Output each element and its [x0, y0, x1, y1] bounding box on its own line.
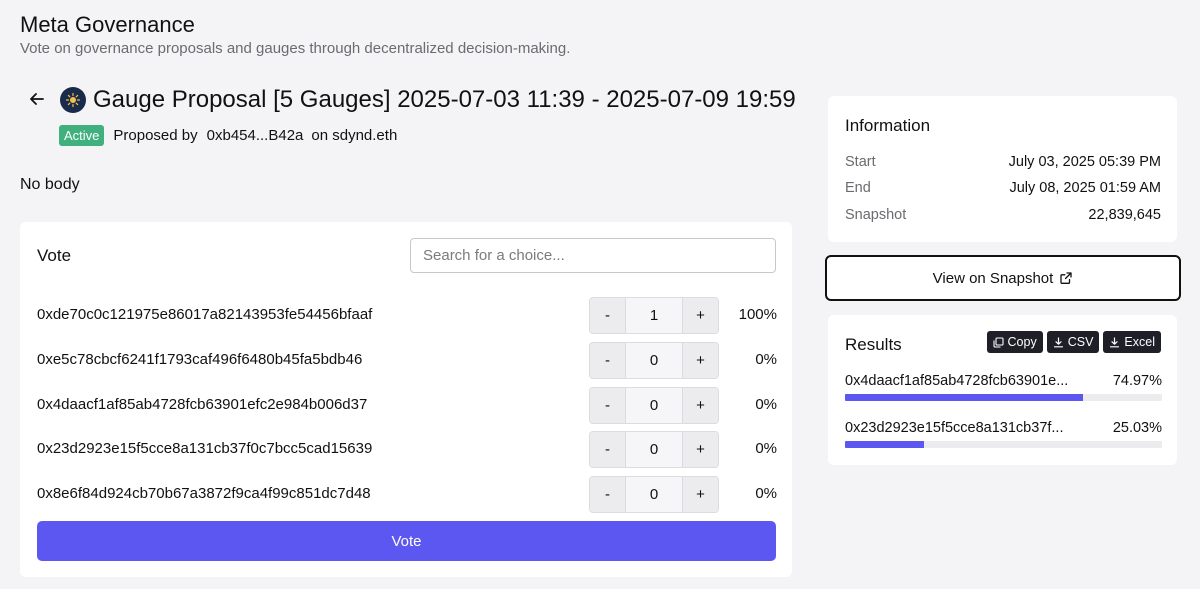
- info-label: End: [845, 180, 871, 196]
- weight-value[interactable]: 0: [625, 477, 683, 512]
- page-subtitle: Vote on governance proposals and gauges …: [20, 40, 571, 57]
- info-row-end: End July 08, 2025 01:59 AM: [845, 180, 1161, 196]
- proposer-address[interactable]: 0xb454...B42a: [207, 127, 304, 144]
- external-link-icon: [1060, 272, 1072, 284]
- choice-row: 0x4daacf1af85ab4728fcb63901efc2e984b006d…: [37, 387, 777, 424]
- choice-row: 0xde70c0c121975e86017a82143953fe54456bfa…: [37, 297, 777, 334]
- vote-card: Vote 0xde70c0c121975e86017a82143953fe544…: [20, 222, 792, 577]
- csv-label: CSV: [1067, 335, 1094, 349]
- choice-address: 0xde70c0c121975e86017a82143953fe54456bfa…: [37, 306, 373, 323]
- choice-percent: 0%: [755, 440, 777, 457]
- proposal-title: Gauge Proposal [5 Gauges] 2025-07-03 11:…: [93, 86, 796, 113]
- proposal-meta: Active Proposed by 0xb454...B42a on sdyn…: [59, 125, 397, 146]
- back-arrow-icon[interactable]: [26, 88, 48, 110]
- info-row-start: Start July 03, 2025 05:39 PM: [845, 154, 1161, 170]
- weight-stepper: - 0 +: [589, 476, 719, 513]
- choice-percent: 100%: [738, 306, 777, 323]
- copy-label: Copy: [1007, 335, 1037, 349]
- choice-row: 0x8e6f84d924cb70b67a3872f9ca4f99c851dc7d…: [37, 476, 777, 513]
- csv-button[interactable]: CSV: [1046, 331, 1100, 353]
- result-progress-track: [845, 394, 1162, 401]
- info-label: Snapshot: [845, 207, 907, 223]
- excel-label: Excel: [1124, 335, 1155, 349]
- result-percent: 25.03%: [1112, 420, 1162, 436]
- info-value: July 03, 2025 05:39 PM: [1008, 154, 1161, 170]
- view-on-snapshot-label: View on Snapshot: [932, 269, 1054, 287]
- result-label: 0x23d2923e15f5cce8a131cb37f...: [845, 420, 1064, 436]
- decrement-button[interactable]: -: [590, 343, 625, 378]
- info-value: July 08, 2025 01:59 AM: [1009, 180, 1161, 196]
- info-label: Start: [845, 154, 876, 170]
- download-icon: [1110, 336, 1120, 347]
- weight-stepper: - 1 +: [589, 297, 719, 334]
- choice-address: 0x8e6f84d924cb70b67a3872f9ca4f99c851dc7d…: [37, 485, 371, 502]
- result-row: 0x4daacf1af85ab4728fcb63901e... 74.97%: [845, 373, 1162, 401]
- weight-stepper: - 0 +: [589, 431, 719, 468]
- weight-value[interactable]: 1: [625, 298, 683, 333]
- choice-row: 0xe5c78cbcf6241f1793caf496f6480b45fa5bdb…: [37, 342, 777, 379]
- result-percent: 74.97%: [1112, 373, 1162, 389]
- weight-value[interactable]: 0: [625, 432, 683, 467]
- result-progress-fill: [845, 394, 1083, 401]
- decrement-button[interactable]: -: [590, 432, 625, 467]
- copy-icon: [992, 336, 1004, 348]
- weight-value[interactable]: 0: [625, 388, 683, 423]
- excel-button[interactable]: Excel: [1103, 331, 1161, 353]
- proposed-by-label: Proposed by: [113, 127, 198, 144]
- info-row-snapshot: Snapshot 22,839,645: [845, 207, 1161, 223]
- info-value: 22,839,645: [1088, 207, 1161, 223]
- weight-value[interactable]: 0: [625, 343, 683, 378]
- result-row: 0x23d2923e15f5cce8a131cb37f... 25.03%: [845, 420, 1162, 448]
- space-logo-icon: [60, 87, 86, 113]
- information-card: Information Start July 03, 2025 05:39 PM…: [828, 96, 1177, 242]
- information-title: Information: [845, 116, 931, 135]
- choice-address: 0x23d2923e15f5cce8a131cb37f0c7bcc5cad156…: [37, 440, 373, 457]
- choice-address: 0xe5c78cbcf6241f1793caf496f6480b45fa5bdb…: [37, 351, 363, 368]
- choice-search-input[interactable]: [410, 238, 776, 273]
- space-name: on sdynd.eth: [311, 127, 398, 144]
- download-icon: [1053, 336, 1063, 347]
- vote-title: Vote: [37, 246, 72, 265]
- choice-row: 0x23d2923e15f5cce8a131cb37f0c7bcc5cad156…: [37, 431, 777, 468]
- result-progress-track: [845, 441, 1162, 448]
- decrement-button[interactable]: -: [590, 298, 625, 333]
- weight-stepper: - 0 +: [589, 342, 719, 379]
- increment-button[interactable]: +: [683, 298, 718, 333]
- status-badge: Active: [59, 125, 105, 146]
- export-buttons: Copy CSV Excel: [986, 331, 1161, 353]
- vote-button[interactable]: Vote: [37, 521, 776, 561]
- choice-address: 0x4daacf1af85ab4728fcb63901efc2e984b006d…: [37, 396, 368, 413]
- result-label: 0x4daacf1af85ab4728fcb63901e...: [845, 373, 1069, 389]
- view-on-snapshot-button[interactable]: View on Snapshot: [825, 255, 1181, 301]
- result-progress-fill: [845, 441, 925, 448]
- results-title: Results: [845, 335, 902, 354]
- decrement-button[interactable]: -: [590, 477, 625, 512]
- results-card: Results Copy CSV Excel 0x4daacf1af85ab47…: [828, 315, 1177, 465]
- increment-button[interactable]: +: [683, 432, 718, 467]
- choice-percent: 0%: [755, 396, 777, 413]
- choice-percent: 0%: [755, 485, 777, 502]
- proposal-body: No body: [20, 176, 80, 193]
- copy-button[interactable]: Copy: [986, 331, 1043, 353]
- page-title: Meta Governance: [20, 12, 195, 37]
- increment-button[interactable]: +: [683, 343, 718, 378]
- increment-button[interactable]: +: [683, 477, 718, 512]
- decrement-button[interactable]: -: [590, 388, 625, 423]
- weight-stepper: - 0 +: [589, 387, 719, 424]
- increment-button[interactable]: +: [683, 388, 718, 423]
- choice-percent: 0%: [755, 351, 777, 368]
